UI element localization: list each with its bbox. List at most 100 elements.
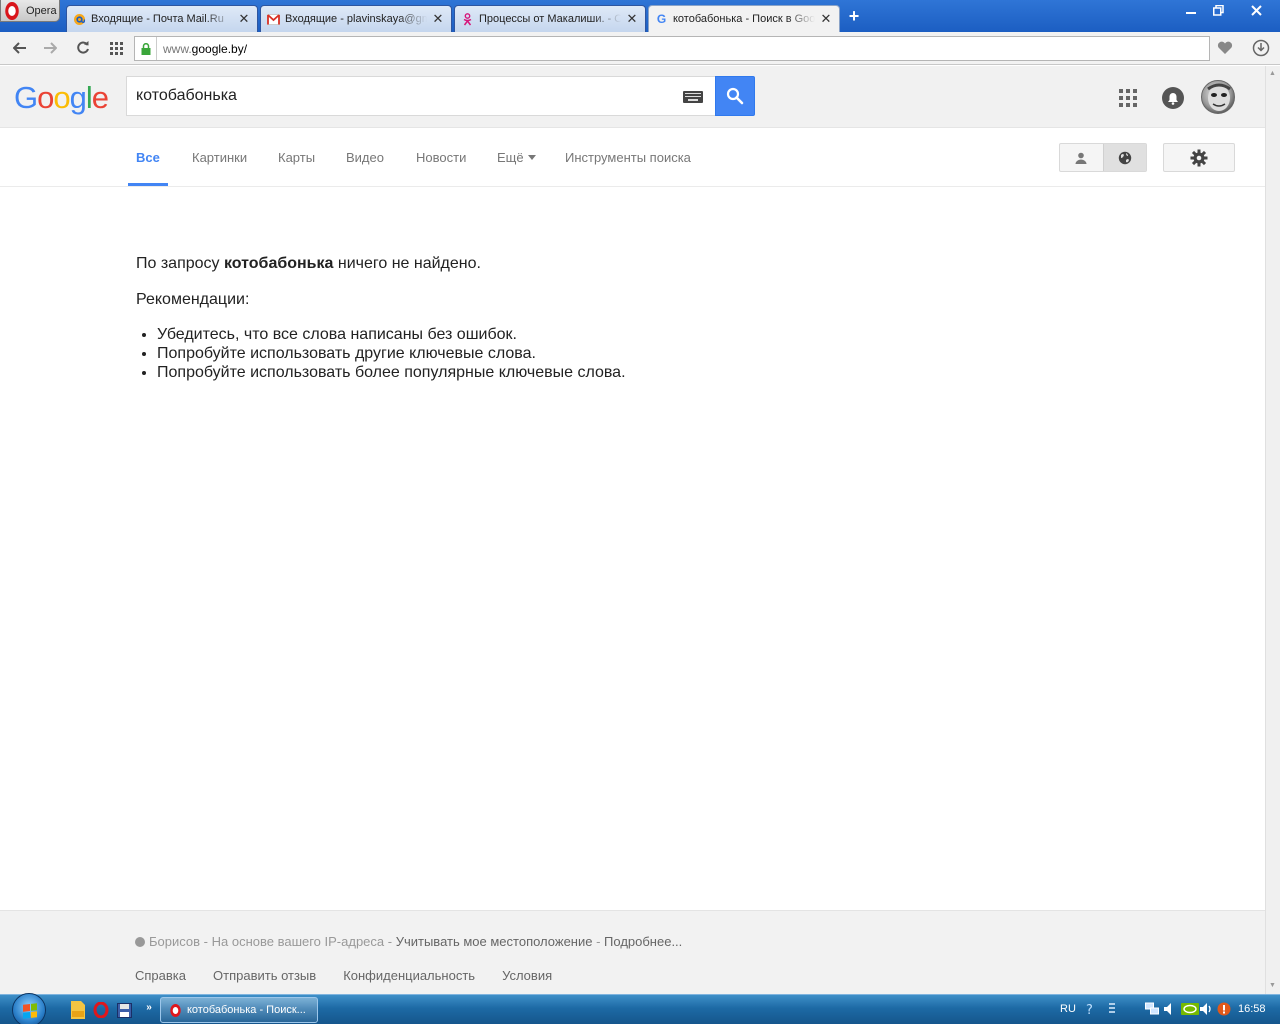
recommendations-title: Рекомендации: [136, 291, 250, 308]
restore-window-icon[interactable] [1205, 0, 1231, 20]
tab-title: Входящие - Почта Mail.Ru [91, 13, 224, 25]
google-header: Google [0, 66, 1265, 128]
speaker-volume-icon[interactable] [1199, 1002, 1213, 1016]
search-input[interactable] [136, 85, 666, 107]
search-button[interactable] [715, 76, 755, 116]
web-page: Google Все Картинки Карты Видео Новости [0, 66, 1265, 994]
address-bar[interactable]: www.google.by/ [134, 36, 1210, 61]
pdf-reader-icon[interactable] [69, 1001, 87, 1019]
location-dot-icon [135, 937, 145, 947]
scroll-up-arrow-icon[interactable]: ▲ [1269, 70, 1276, 77]
tab-close-icon[interactable]: ✕ [237, 11, 251, 27]
tab-google-search[interactable]: G котобабонька - Поиск в Google ✕ [648, 5, 840, 32]
google-g-icon: G [656, 12, 667, 26]
tab-mailru[interactable]: Входящие - Почта Mail.Ru ✕ [66, 5, 258, 32]
url-prefix: www. [163, 41, 192, 56]
odnoklassniki-icon [461, 12, 474, 26]
logo-letter: e [91, 80, 109, 115]
tab-close-icon[interactable]: ✕ [625, 11, 639, 27]
help-link[interactable]: Справка [135, 968, 186, 983]
bookmark-heart-icon[interactable] [1213, 37, 1237, 59]
google-apps-grid-icon[interactable] [1119, 89, 1137, 107]
send-feedback-link[interactable]: Отправить отзыв [213, 968, 316, 983]
tab-odnoklassniki[interactable]: Процессы от Макалиши. - Одноклассники ✕ [454, 5, 646, 32]
help-question-icon[interactable]: ? [1083, 1002, 1097, 1016]
tab-gmail[interactable]: Входящие - plavinskaya@gmail.com ✕ [260, 5, 452, 32]
account-avatar[interactable] [1201, 80, 1235, 114]
notifications-bell-icon[interactable] [1162, 87, 1184, 109]
reload-icon[interactable] [71, 37, 95, 59]
personal-results-person-icon[interactable] [1060, 144, 1103, 171]
quicklaunch-more-chevron[interactable]: » [140, 998, 158, 1016]
taskbar-window-title: котобабонька - Поиск... [187, 1004, 306, 1016]
virtual-keyboard-icon[interactable] [683, 91, 703, 103]
list-item: Попробуйте использовать другие ключевые … [157, 344, 626, 363]
secure-lock-icon[interactable] [135, 37, 157, 60]
opera-menu-button[interactable]: Opera [0, 0, 60, 22]
tab-video[interactable]: Видео [346, 150, 384, 165]
terms-link[interactable]: Условия [502, 968, 552, 983]
tab-all[interactable]: Все [136, 150, 160, 165]
learn-more-link[interactable]: Подробнее... [604, 934, 682, 949]
global-results-globe-icon[interactable] [1102, 144, 1146, 171]
search-results: По запросу котобабонька ничего не найден… [136, 254, 626, 382]
opera-logo-icon [170, 1003, 181, 1017]
search-box[interactable] [126, 76, 716, 116]
opera-logo-icon [5, 1, 19, 20]
list-item: Попробуйте использовать более популярные… [157, 363, 626, 382]
opera-quicklaunch-icon[interactable] [92, 1001, 110, 1019]
windows-taskbar: » котобабонька - Поиск... RU ? 16:58 [0, 993, 1280, 1024]
tab-maps[interactable]: Карты [278, 150, 315, 165]
browser-tab-bar: Opera Входящие - Почта Mail.Ru ✕ Входящи… [0, 0, 1280, 32]
close-window-icon[interactable] [1243, 0, 1269, 20]
active-tab-indicator [128, 183, 168, 186]
tab-close-icon[interactable]: ✕ [431, 11, 445, 27]
tab-title: Процессы от Макалиши. - Одноклассники [479, 13, 621, 25]
taskbar-opera-window[interactable]: котобабонька - Поиск... [160, 997, 318, 1023]
downloads-icon[interactable] [1250, 37, 1272, 59]
footer-links: Справка Отправить отзыв Конфиденциальность… [135, 968, 579, 983]
back-arrow-icon[interactable] [8, 37, 32, 59]
minimize-window-icon[interactable] [1178, 0, 1204, 20]
tab-close-icon[interactable]: ✕ [819, 11, 833, 27]
speed-dial-grid-icon[interactable] [104, 37, 128, 59]
tray-options-icon[interactable] [1105, 1002, 1119, 1016]
svg-text:?: ? [1086, 1003, 1093, 1016]
chevron-down-icon [527, 155, 536, 160]
logo-letter: o [53, 80, 70, 115]
personal-results-toggle[interactable] [1059, 143, 1147, 172]
location-line: Борисов - На основе вашего IP-адреса - У… [135, 934, 682, 949]
nvidia-icon[interactable] [1181, 1002, 1199, 1016]
settings-gear-icon[interactable] [1163, 143, 1235, 172]
tab-images[interactable]: Картинки [192, 150, 247, 165]
separator: - [384, 934, 396, 949]
google-footer: Борисов - На основе вашего IP-адреса - У… [0, 910, 1265, 994]
forward-arrow-icon[interactable] [38, 37, 62, 59]
windows-start-button[interactable] [12, 993, 46, 1024]
separator: - [200, 934, 212, 949]
url-host: google.by/ [191, 41, 248, 56]
separator: - [592, 934, 605, 949]
logo-letter: o [37, 80, 54, 115]
warning-alert-icon[interactable] [1217, 1002, 1231, 1016]
no-results-query: котобабонька [223, 255, 334, 272]
google-logo[interactable]: Google [14, 80, 109, 116]
search-tools-button[interactable]: Инструменты поиска [565, 150, 691, 165]
logo-letter: g [69, 80, 87, 115]
volume-icon[interactable] [1163, 1002, 1177, 1016]
tab-more[interactable]: Ещё [497, 150, 536, 165]
location-basis: На основе вашего IP-адреса [211, 934, 385, 949]
search-type-nav: Все Картинки Карты Видео Новости Ещё Инс… [0, 128, 1265, 187]
scroll-down-arrow-icon[interactable]: ▼ [1269, 982, 1276, 989]
new-tab-button[interactable]: + [846, 7, 862, 25]
save-disk-icon[interactable] [115, 1001, 133, 1019]
system-clock[interactable]: 16:58 [1238, 1003, 1266, 1015]
url-text[interactable]: www.google.by/ [157, 42, 247, 56]
network-icon[interactable] [1145, 1002, 1159, 1016]
tab-news[interactable]: Новости [416, 150, 466, 165]
use-precise-location-link[interactable]: Учитывать мое местоположение [396, 934, 593, 949]
input-language-indicator[interactable]: RU [1060, 1003, 1076, 1015]
no-results-prefix: По запросу [136, 255, 224, 272]
vertical-scrollbar[interactable]: ▲ ▼ [1265, 66, 1280, 994]
privacy-link[interactable]: Конфиденциальность [343, 968, 475, 983]
